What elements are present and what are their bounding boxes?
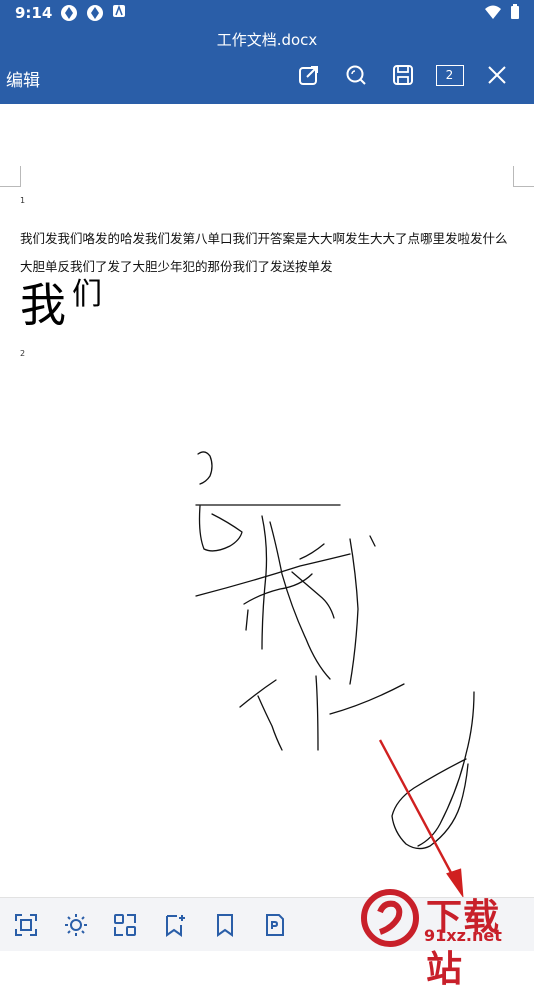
add-bookmark-button[interactable]: [162, 912, 188, 938]
edit-button[interactable]: 编辑: [6, 66, 40, 91]
scan-button[interactable]: [112, 912, 138, 938]
save-button[interactable]: [379, 60, 426, 90]
save-icon: [392, 65, 413, 85]
watermark-logo-icon: [361, 889, 419, 947]
status-time: 9:14: [15, 4, 53, 22]
close-button[interactable]: [473, 60, 520, 90]
app-header: 9:14 工作文档.docx 编辑 2: [0, 0, 534, 104]
status-system-icons: [484, 4, 520, 20]
close-icon: [487, 66, 506, 84]
handwriting-drawing: [195, 451, 475, 897]
brightness-button[interactable]: [63, 912, 89, 938]
sync-icon: [61, 5, 77, 21]
battery-icon: [511, 4, 519, 19]
crop-icon: [15, 914, 37, 936]
brightness-icon: [65, 914, 87, 936]
export-pdf-button[interactable]: [262, 912, 288, 938]
bookmark-button[interactable]: [212, 912, 238, 938]
scan-icon: [114, 914, 136, 936]
wifi-icon: [485, 5, 501, 19]
bookmark-icon: [217, 914, 233, 937]
page-count-icon: 2: [435, 64, 464, 86]
search-button[interactable]: [332, 60, 379, 90]
watermark: 下载站 91xz.net: [360, 888, 530, 990]
share-button[interactable]: [285, 60, 332, 90]
watermark-url: 91xz.net: [424, 926, 502, 945]
share-icon: [298, 66, 318, 85]
document-title: 工作文档.docx: [216, 31, 318, 49]
bookmark-add-icon: [166, 915, 185, 937]
sync-icon: [87, 5, 103, 21]
status-notification-icons: [60, 4, 126, 22]
search-icon: [346, 65, 366, 85]
page-count-button[interactable]: 2: [426, 60, 473, 90]
document-canvas[interactable]: 1 我们发我们咯发的哈发我们发第八单口我们开答案是大大啊发生大大了点哪里发啦发什…: [0, 104, 534, 897]
crop-button[interactable]: [13, 912, 39, 938]
app-notification-icon: [113, 4, 125, 17]
pdf-icon: [266, 914, 284, 936]
